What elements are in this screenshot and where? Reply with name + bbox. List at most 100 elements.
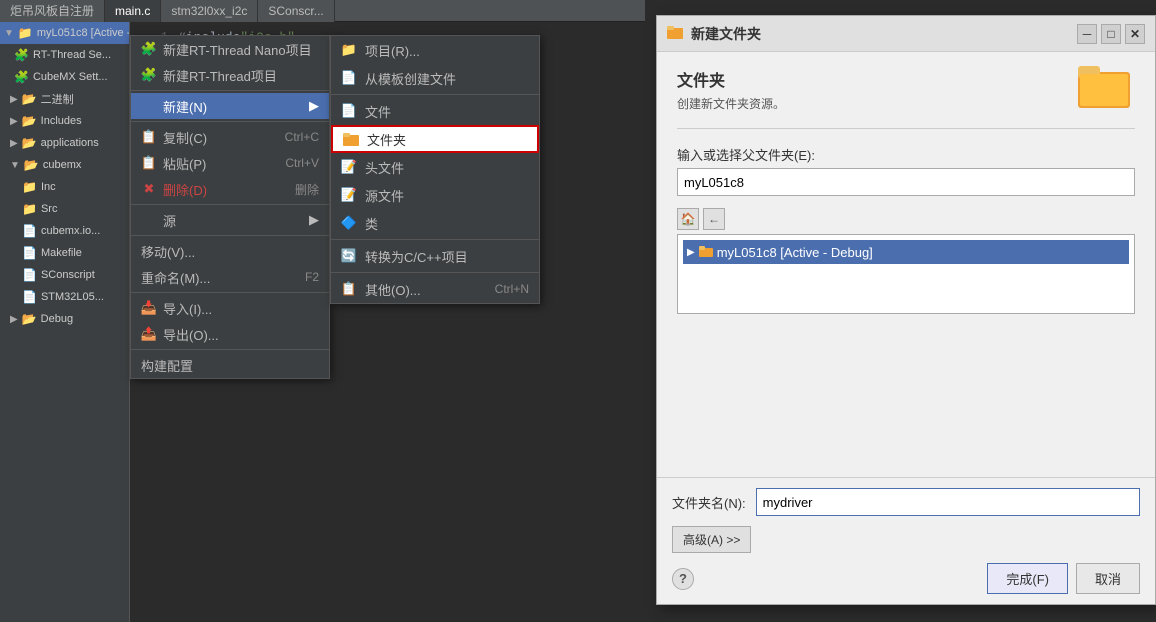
folder-icon: 📂 [22,92,37,106]
menu-source[interactable]: 源 ▶ [131,207,329,233]
tree-item-stm32[interactable]: 📄 STM32L05... [0,286,129,308]
folder-icon: 📁 [22,180,37,194]
tab-main[interactable]: main.c [105,0,161,22]
folder-icon: 📁 [22,202,37,216]
advanced-button[interactable]: 高级(A) >> [672,526,751,553]
project-icon: 📁 [18,26,33,40]
file-icon: 📄 [22,268,37,282]
dialog-title-icon [667,25,683,42]
dialog-body: 文件夹 创建新文件夹资源。 输入或选择父文件夹(E): 🏠 ← [657,52,1155,477]
arrow-icon: ▼ [4,28,14,39]
tree-item-binary[interactable]: ▶ 📂 二进制 [0,88,129,110]
submenu-project[interactable]: 📁 项目(R)... [331,36,539,64]
submenu-header[interactable]: 📝 头文件 [331,153,539,181]
menu-separator [131,235,329,236]
dialog-section-title: 文件夹 [677,67,1135,91]
arrow-icon: ▶ [10,138,18,149]
folder-icon: 📂 [22,114,37,128]
tree-project-item[interactable]: ▶ myL051c8 [Active - Debug] [683,240,1129,264]
tree-item-applications[interactable]: ▶ 📂 applications [0,132,129,154]
parent-folder-input[interactable] [677,168,1135,196]
submenu-other[interactable]: 📋 其他(O)... Ctrl+N [331,275,539,303]
other-icon: 📋 [341,281,357,297]
file-icon: 📄 [22,290,37,304]
submenu-convert[interactable]: 🔄 转换为C/C++项目 [331,242,539,270]
menu-copy[interactable]: 📋 复制(C) Ctrl+C [131,124,329,150]
filename-input[interactable] [756,488,1140,516]
dialog-divider [677,128,1135,129]
menu-separator [131,292,329,293]
minimize-button[interactable]: ─ [1077,24,1097,44]
filename-row: 文件夹名(N): [672,488,1140,516]
convert-icon: 🔄 [341,248,357,264]
submenu-template[interactable]: 📄 从模板创建文件 [331,64,539,92]
dialog-footer: 文件夹名(N): 高级(A) >> ? 完成(F) 取消 [657,477,1155,604]
menu-export[interactable]: 📤 导出(O)... [131,321,329,347]
tree-item-cubemx-folder[interactable]: ▼ 📂 cubemx [0,154,129,176]
rt-icon: 🧩 [141,67,157,83]
menu-delete[interactable]: ✖ 删除(D) 删除 [131,176,329,202]
submenu-file[interactable]: 📄 文件 [331,97,539,125]
export-icon: 📤 [141,326,157,342]
source-icon: 📝 [341,187,357,203]
tree-item-rtthread-nano[interactable]: 🧩 RT-Thread Se... [0,44,129,66]
tree-section: 🏠 ← ▶ myL051c8 [Active - Debug] [677,208,1135,314]
folder-tree[interactable]: ▶ myL051c8 [Active - Debug] [677,234,1135,314]
file-icon: 📄 [22,224,37,238]
parent-folder-section: 输入或选择父文件夹(E): [677,145,1135,196]
help-button[interactable]: ? [672,568,694,590]
tab-stm32[interactable]: stm32l0xx_i2c [161,0,258,22]
close-button[interactable]: ✕ [1125,24,1145,44]
tree-item-project[interactable]: ▼ 📁 myL051c8 [Active - Debug] [0,22,129,44]
tree-item-makefile[interactable]: 📄 Makefile [0,242,129,264]
menu-rt-thread[interactable]: 🧩 新建RT-Thread项目 [131,62,329,88]
menu-build-config[interactable]: 构建配置 [131,352,329,378]
menu-new[interactable]: 新建(N) ▶ [131,93,329,119]
tree-item-cubemx[interactable]: 🧩 CubeMX Sett... [0,66,129,88]
dialog-header: 文件夹 创建新文件夹资源。 [677,67,1135,112]
menu-import[interactable]: 📥 导入(I)... [131,295,329,321]
nav-home-button[interactable]: 🏠 [677,208,699,230]
parent-folder-label: 输入或选择父文件夹(E): [677,145,1135,164]
cancel-button[interactable]: 取消 [1076,563,1140,594]
submenu-folder[interactable]: 文件夹 [331,125,539,153]
tree-item-src[interactable]: 📁 Src [0,198,129,220]
arrow-icon: ▼ [10,160,20,171]
import-icon: 📥 [141,300,157,316]
tree-item-debug[interactable]: ▶ 📂 Debug [0,308,129,330]
maximize-button[interactable]: □ [1101,24,1121,44]
menu-separator [131,121,329,122]
tab-sconscript[interactable]: SConscr... [258,0,334,22]
file-tree: ▼ 📁 myL051c8 [Active - Debug] 🧩 RT-Threa… [0,22,130,622]
dialog-desc: 创建新文件夹资源。 [677,95,1135,112]
tree-item-inc[interactable]: 📁 Inc [0,176,129,198]
file-icon: 📄 [22,246,37,260]
submenu-arrow-icon: ▶ [309,98,319,114]
finish-button[interactable]: 完成(F) [987,563,1068,594]
tree-item-cubemx-io[interactable]: 📄 cubemx.io... [0,220,129,242]
dialog-titlebar: 新建文件夹 ─ □ ✕ [657,16,1155,52]
folder-icon [343,131,359,147]
delete-icon: ✖ [141,181,157,197]
menu-separator [131,349,329,350]
menu-rt-nano[interactable]: 🧩 新建RT-Thread Nano项目 [131,36,329,62]
tree-folder-icon [699,245,713,260]
nav-back-button[interactable]: ← [703,208,725,230]
menu-rename[interactable]: 重命名(M)... F2 [131,264,329,290]
tree-item-includes[interactable]: ▶ 📂 Includes [0,110,129,132]
file-icon: 📄 [341,103,357,119]
tree-arrow-icon: ▶ [687,247,695,258]
arrow-icon: ▶ [10,94,18,105]
copy-icon: 📋 [141,129,157,145]
menu-paste[interactable]: 📋 粘贴(P) Ctrl+V [131,150,329,176]
menu-move[interactable]: 移动(V)... [131,238,329,264]
folder-icon: 📂 [22,312,37,326]
arrow-icon: ▶ [10,314,18,325]
submenu-class[interactable]: 🔷 类 [331,209,539,237]
folder-open-icon: 📂 [24,158,39,172]
tree-item-sconscript[interactable]: 📄 SConscript [0,264,129,286]
tab-firewall[interactable]: 炬吊风板自注册 [0,0,105,22]
folder-icon: 📂 [22,136,37,150]
submenu-source[interactable]: 📝 源文件 [331,181,539,209]
context-menu: 🧩 新建RT-Thread Nano项目 🧩 新建RT-Thread项目 新建(… [130,35,330,379]
